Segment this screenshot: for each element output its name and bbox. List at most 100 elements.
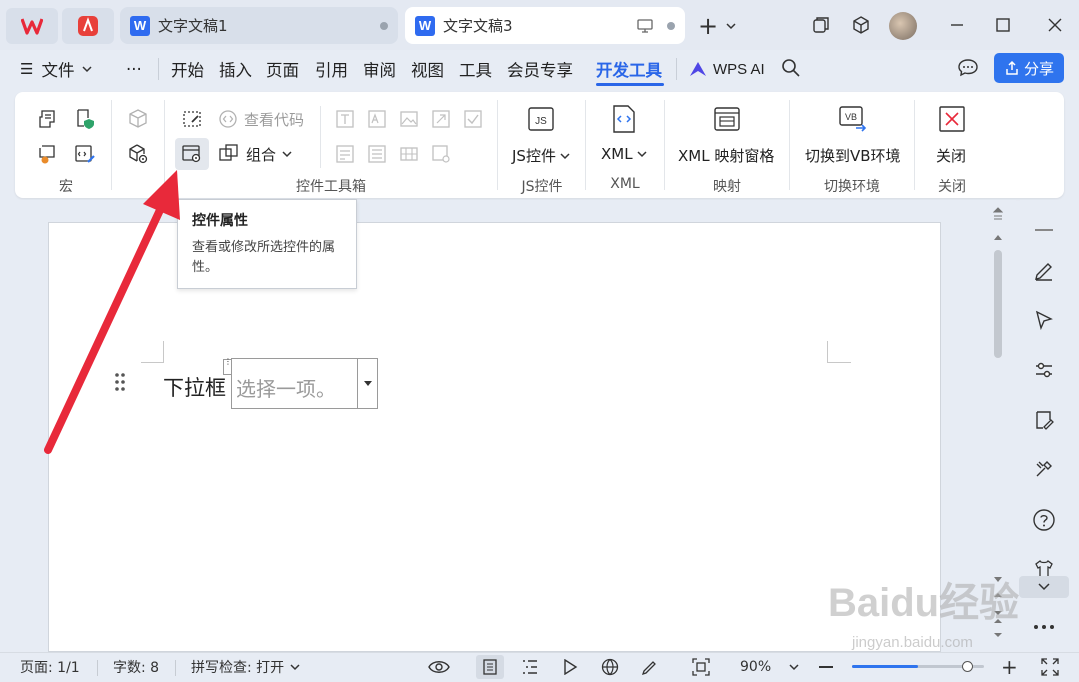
close-box-icon bbox=[939, 106, 965, 132]
list-box-control-button[interactable] bbox=[364, 141, 390, 167]
panel-expand-button[interactable] bbox=[1019, 576, 1069, 598]
select-tool-button[interactable] bbox=[1031, 307, 1057, 333]
tab-insert[interactable]: 插入 bbox=[219, 56, 252, 82]
vb-switch-icon: VB bbox=[839, 106, 867, 132]
word-count[interactable]: 字数: 8 bbox=[113, 658, 159, 676]
scroll-top-icon[interactable] bbox=[992, 207, 1004, 225]
zoom-in-icon[interactable]: + bbox=[1001, 657, 1018, 677]
restore-windows-button[interactable] bbox=[804, 10, 838, 40]
ribbon-separator bbox=[914, 100, 915, 190]
combine-button[interactable]: 组合 bbox=[218, 141, 292, 167]
avatar[interactable] bbox=[889, 12, 917, 40]
baidu-watermark-url: jingyan.baidu.com bbox=[852, 634, 973, 651]
tab-start[interactable]: 开始 bbox=[171, 56, 204, 82]
addin-cube-button[interactable] bbox=[125, 106, 151, 132]
xml-button[interactable]: XML bbox=[601, 145, 647, 163]
macro-security-button[interactable] bbox=[72, 106, 98, 132]
zoom-slider-knob[interactable] bbox=[962, 661, 973, 672]
toggle-control-button[interactable] bbox=[396, 141, 422, 167]
fullscreen-button[interactable] bbox=[1041, 658, 1059, 676]
search-button[interactable] bbox=[781, 58, 801, 82]
switch-vb-button[interactable]: 切换到VB环境 bbox=[805, 145, 901, 166]
switch-vb-label: 切换到VB环境 bbox=[805, 147, 901, 165]
view-code-button[interactable]: 查看代码 bbox=[218, 106, 304, 132]
spell-check-toggle[interactable]: 拼写检查: 打开 bbox=[191, 658, 300, 676]
page-view-icon bbox=[483, 659, 497, 675]
web-view-button[interactable] bbox=[601, 658, 619, 676]
spin-control-button[interactable] bbox=[428, 106, 454, 132]
play-button[interactable] bbox=[562, 658, 578, 676]
write-mode-button[interactable] bbox=[641, 658, 659, 676]
group-label-xml: XML bbox=[610, 176, 640, 192]
fit-page-button[interactable] bbox=[692, 658, 710, 676]
image-control-button[interactable] bbox=[396, 106, 422, 132]
macro-record-button[interactable] bbox=[35, 106, 61, 132]
chat-button[interactable] bbox=[957, 58, 979, 82]
pdf-app-button[interactable] bbox=[62, 8, 114, 44]
zoom-slider[interactable] bbox=[852, 661, 984, 672]
dropdown-placeholder: 选择一项。 bbox=[236, 377, 336, 401]
js-control-button[interactable]: JS控件 bbox=[512, 145, 570, 166]
writer-icon: W bbox=[415, 15, 435, 36]
combo-box-control-button[interactable] bbox=[332, 141, 358, 167]
checkbox-control-button[interactable] bbox=[460, 106, 486, 132]
pen-tool-button[interactable] bbox=[1031, 257, 1057, 283]
maximize-button[interactable] bbox=[986, 10, 1020, 40]
wps-ai-button[interactable]: WPS AI bbox=[689, 56, 765, 82]
tools-button[interactable] bbox=[1031, 456, 1057, 482]
list-box-icon bbox=[368, 145, 386, 163]
more-options-button[interactable] bbox=[1031, 614, 1057, 640]
close-window-button[interactable] bbox=[1038, 10, 1072, 40]
new-tab-button[interactable]: + bbox=[698, 12, 736, 40]
margin-mark bbox=[827, 362, 851, 363]
minimize-button[interactable] bbox=[940, 10, 974, 40]
frame-control-button[interactable] bbox=[428, 141, 454, 167]
scroll-up-icon[interactable] bbox=[993, 229, 1003, 245]
panel-collapse-icon[interactable] bbox=[1035, 229, 1053, 231]
page-view-button[interactable] bbox=[476, 655, 504, 679]
menu-divider bbox=[158, 58, 159, 80]
tab-reference[interactable]: 引用 bbox=[315, 56, 348, 82]
tab-document-3[interactable]: W 文字文稿3 bbox=[405, 7, 685, 44]
monitor-icon[interactable] bbox=[637, 18, 653, 33]
outline-view-button[interactable] bbox=[521, 658, 539, 676]
control-handle-icon[interactable]: ⋮ bbox=[223, 358, 232, 375]
adjust-tool-button[interactable] bbox=[1031, 357, 1057, 383]
pen-icon bbox=[1035, 263, 1052, 281]
zoom-out-icon[interactable] bbox=[819, 666, 833, 668]
tab-review[interactable]: 审阅 bbox=[363, 56, 396, 82]
ribbon-separator bbox=[320, 106, 321, 168]
cube-button[interactable] bbox=[844, 10, 878, 40]
restore-windows-icon bbox=[813, 17, 829, 33]
close-developer-button[interactable]: 关闭 bbox=[936, 145, 966, 166]
dropdown-content-control[interactable]: ⋮ 选择一项。 bbox=[223, 358, 378, 409]
close-dev-icon-wrap bbox=[937, 104, 967, 134]
dropdown-arrow-button[interactable] bbox=[358, 359, 378, 408]
file-menu[interactable]: ☰ 文件 bbox=[20, 56, 92, 82]
pdf-app-icon bbox=[78, 16, 98, 36]
tab-view[interactable]: 视图 bbox=[411, 56, 444, 82]
text-box-control-button[interactable] bbox=[332, 106, 358, 132]
scrollbar-thumb[interactable] bbox=[994, 250, 1002, 358]
zoom-select[interactable]: 90% bbox=[740, 658, 799, 676]
more-menu[interactable]: ··· bbox=[126, 56, 142, 82]
share-button[interactable]: 分享 bbox=[994, 53, 1064, 83]
help-button[interactable] bbox=[1031, 507, 1057, 533]
eye-protection-button[interactable] bbox=[428, 658, 450, 676]
group-label-switch-environment: 切换环境 bbox=[824, 179, 880, 195]
xml-mapping-pane-button[interactable]: XML 映射窗格 bbox=[678, 145, 774, 166]
fullscreen-icon bbox=[1041, 658, 1059, 676]
xml-mapping-pane-label: XML 映射窗格 bbox=[678, 147, 775, 165]
tab-tools[interactable]: 工具 bbox=[459, 56, 492, 82]
page-indicator[interactable]: 页面: 1/1 bbox=[20, 658, 80, 676]
combine-icon bbox=[219, 144, 238, 161]
wps-home-button[interactable] bbox=[6, 8, 58, 44]
design-mode-button[interactable] bbox=[179, 106, 205, 132]
tab-page[interactable]: 页面 bbox=[266, 56, 299, 82]
sign-tool-button[interactable] bbox=[1031, 407, 1057, 433]
tab-developer[interactable]: 开发工具 bbox=[596, 56, 662, 82]
tab-member[interactable]: 会员专享 bbox=[507, 56, 573, 82]
tab-document-1[interactable]: W 文字文稿1 bbox=[120, 7, 398, 44]
minimize-icon bbox=[951, 24, 963, 26]
label-control-button[interactable] bbox=[364, 106, 390, 132]
